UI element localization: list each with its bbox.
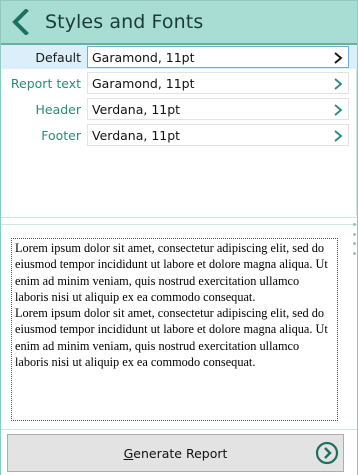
settings-row-default[interactable]: Default Garamond, 11pt bbox=[1, 45, 357, 69]
font-preview-box: Lorem ipsum dolor sit amet, consectetur … bbox=[11, 238, 338, 421]
page-title: Styles and Fonts bbox=[45, 11, 204, 33]
chevron-right-icon bbox=[334, 104, 343, 116]
pane-splitter[interactable] bbox=[1, 217, 357, 225]
font-value: Garamond, 11pt bbox=[92, 49, 195, 65]
row-label: Default bbox=[35, 49, 81, 65]
font-value-field[interactable]: Verdana, 11pt bbox=[87, 124, 349, 146]
generate-access-key: G bbox=[123, 445, 134, 461]
settings-row-footer[interactable]: Footer Verdana, 11pt bbox=[1, 123, 357, 147]
chevron-left-icon bbox=[12, 9, 29, 35]
settings-row-header[interactable]: Header Verdana, 11pt bbox=[1, 97, 357, 121]
font-value-field[interactable]: Garamond, 11pt bbox=[87, 46, 349, 68]
font-value: Garamond, 11pt bbox=[92, 75, 195, 91]
settings-row-report-text[interactable]: Report text Garamond, 11pt bbox=[1, 71, 357, 95]
circle-chevron-right-icon bbox=[315, 441, 339, 465]
back-button[interactable] bbox=[1, 0, 41, 44]
chevron-right-icon bbox=[334, 52, 343, 64]
generate-label: enerate Report bbox=[133, 445, 228, 461]
font-value: Verdana, 11pt bbox=[92, 127, 181, 143]
row-label: Footer bbox=[41, 127, 81, 143]
generate-report-button[interactable]: Generate Report bbox=[7, 434, 344, 472]
preview-paragraph: Lorem ipsum dolor sit amet, consectetur … bbox=[15, 241, 328, 304]
font-value-field[interactable]: Garamond, 11pt bbox=[87, 72, 349, 94]
row-label: Report text bbox=[10, 75, 81, 91]
title-bar: Styles and Fonts bbox=[1, 1, 357, 45]
chevron-right-icon bbox=[334, 78, 343, 90]
preview-paragraph: Lorem ipsum dolor sit amet, consectetur … bbox=[15, 306, 328, 370]
footer-bar: Generate Report bbox=[1, 429, 357, 475]
font-settings-list: Default Garamond, 11pt Report text Garam… bbox=[1, 45, 357, 215]
styles-and-fonts-window: Styles and Fonts Default Garamond, 11pt … bbox=[0, 0, 358, 475]
row-label: Header bbox=[35, 101, 81, 117]
chevron-right-icon bbox=[334, 130, 343, 142]
preview-pane: Lorem ipsum dolor sit amet, consectetur … bbox=[1, 225, 353, 425]
font-value-field[interactable]: Verdana, 11pt bbox=[87, 98, 349, 120]
font-value: Verdana, 11pt bbox=[92, 101, 181, 117]
